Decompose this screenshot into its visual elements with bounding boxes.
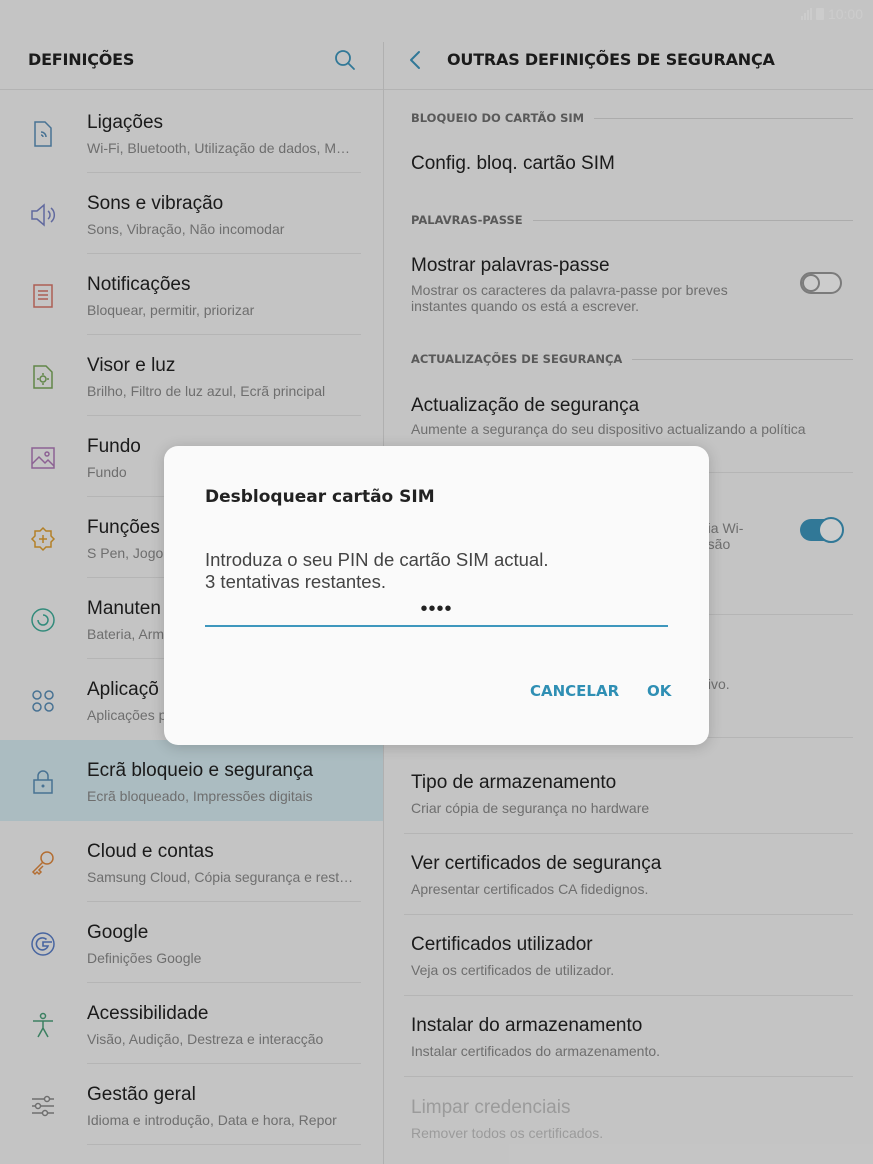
cancel-button[interactable]: CANCELAR	[530, 682, 619, 700]
dialog-message: Introduza o seu PIN de cartão SIM actual…	[205, 549, 549, 592]
pin-input[interactable]	[205, 594, 668, 627]
ok-button[interactable]: OK	[647, 682, 671, 700]
unlock-sim-dialog: Desbloquear cartão SIM Introduza o seu P…	[164, 446, 709, 745]
dialog-title: Desbloquear cartão SIM	[205, 487, 435, 507]
